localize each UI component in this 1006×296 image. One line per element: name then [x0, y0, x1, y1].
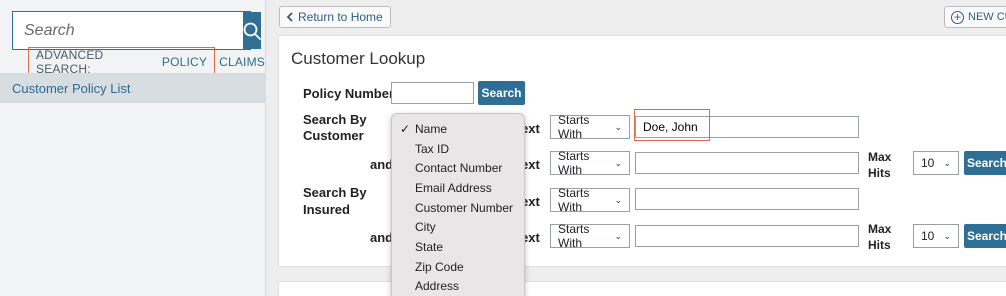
- customer-search-button[interactable]: Search: [964, 151, 1006, 175]
- search-box: [12, 11, 261, 50]
- return-home-label: Return to Home: [298, 10, 383, 24]
- max-hits-label-1b: Hits: [868, 166, 891, 180]
- chevron-down-icon: ⌄: [943, 157, 951, 168]
- match-select-3[interactable]: Starts With ⌄: [550, 186, 630, 214]
- max-hits-select-customer[interactable]: 10 ⌄: [913, 151, 959, 175]
- sidebar: ADVANCED SEARCH: POLICY CLAIMS Customer …: [0, 0, 266, 296]
- match-select-1[interactable]: Starts With ⌄: [550, 113, 630, 141]
- search-by-insured-label-2: Insured: [303, 202, 350, 217]
- policy-number-input[interactable]: [391, 82, 474, 104]
- chevron-down-icon: ⌄: [614, 194, 622, 205]
- max-hits-value: 10: [921, 229, 935, 243]
- max-hits-select-insured[interactable]: 10 ⌄: [913, 224, 959, 248]
- search-icon: [243, 22, 261, 40]
- match-select-4[interactable]: Starts With ⌄: [550, 222, 630, 250]
- max-hits-label-2b: Hits: [868, 238, 891, 252]
- and-label-customer: and: [370, 157, 394, 172]
- max-hits-label-2a: Max: [868, 222, 892, 236]
- policy-number-label: Policy Number: [303, 86, 395, 101]
- dropdown-option-address[interactable]: Address: [392, 277, 524, 296]
- dropdown-option-email-address[interactable]: Email Address: [392, 178, 524, 198]
- policy-search-button[interactable]: Search: [478, 81, 525, 105]
- search-by-insured-label-1: Search By: [303, 185, 367, 200]
- search-text-input-2[interactable]: [635, 152, 859, 174]
- search-button[interactable]: [243, 12, 261, 49]
- return-home-button[interactable]: Return to Home: [279, 6, 391, 28]
- search-text-input-3[interactable]: [635, 188, 859, 210]
- dropdown-option-label: Name: [415, 121, 448, 136]
- advanced-search-label: ADVANCED SEARCH:: [36, 48, 104, 76]
- chevron-down-icon: ⌄: [614, 230, 622, 241]
- lower-panel: [278, 281, 1006, 296]
- dropdown-option-name[interactable]: ✓ Name: [392, 119, 524, 139]
- chevron-left-icon: [286, 12, 293, 22]
- search-text-input-4[interactable]: [635, 225, 859, 247]
- policy-link[interactable]: POLICY: [162, 55, 207, 69]
- search-by-customer-label-1: Search By: [303, 112, 367, 127]
- new-customer-button[interactable]: + NEW CUSTOMER: [944, 6, 1006, 28]
- claims-link[interactable]: CLAIMS: [219, 55, 265, 69]
- match-select-value: Starts With: [558, 149, 590, 177]
- search-field-dropdown: ✓ Name Tax ID Contact Number Email Addres…: [391, 113, 525, 296]
- dropdown-option-tax-id[interactable]: Tax ID: [392, 139, 524, 159]
- dropdown-option-city[interactable]: City: [392, 217, 524, 237]
- checkmark-icon: ✓: [400, 121, 411, 136]
- search-input[interactable]: [13, 12, 243, 49]
- chevron-down-icon: ⌄: [943, 230, 951, 241]
- chevron-down-icon: ⌄: [614, 157, 622, 168]
- max-hits-label-1a: Max: [868, 150, 892, 164]
- and-label-insured: and: [370, 230, 394, 245]
- max-hits-value: 10: [921, 156, 935, 170]
- dropdown-option-state[interactable]: State: [392, 237, 524, 257]
- chevron-down-icon: ⌄: [614, 121, 622, 132]
- main-area: Return to Home + NEW CUSTOMER Customer L…: [267, 0, 1006, 296]
- highlight-box: [634, 109, 710, 141]
- match-select-value: Starts With: [558, 186, 590, 214]
- dropdown-option-contact-number[interactable]: Contact Number: [392, 158, 524, 178]
- dropdown-option-customer-number[interactable]: Customer Number: [392, 198, 524, 218]
- panel-title: Customer Lookup: [291, 49, 426, 68]
- dropdown-option-zip-code[interactable]: Zip Code: [392, 257, 524, 277]
- plus-circle-icon: +: [951, 10, 964, 24]
- match-select-value: Starts With: [558, 222, 590, 250]
- insured-search-button[interactable]: Search: [964, 224, 1006, 248]
- sidebar-item-customer-policy-list[interactable]: Customer Policy List: [0, 73, 266, 103]
- new-customer-label: NEW CUSTOMER: [968, 11, 1006, 23]
- match-select-2[interactable]: Starts With ⌄: [550, 149, 630, 177]
- match-select-value: Starts With: [558, 113, 590, 141]
- search-by-customer-label-2: Customer: [303, 128, 364, 143]
